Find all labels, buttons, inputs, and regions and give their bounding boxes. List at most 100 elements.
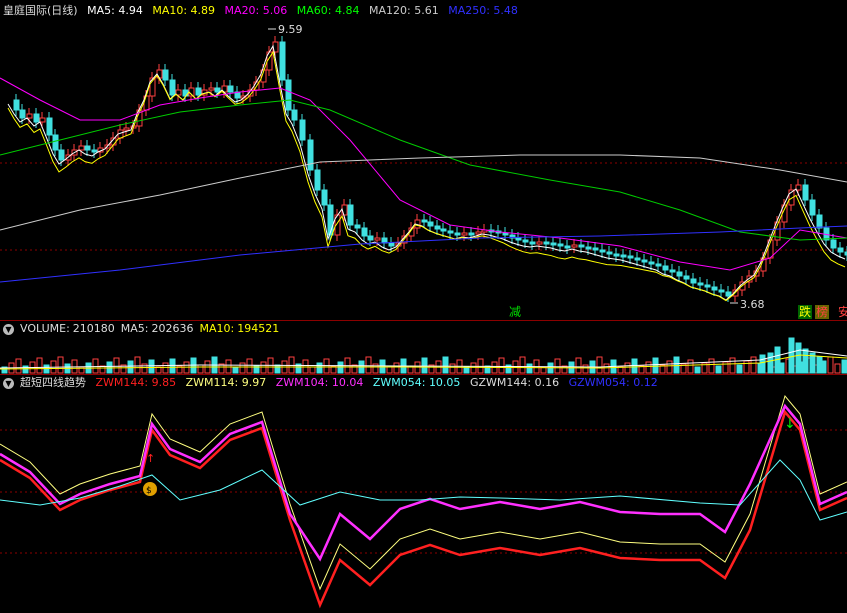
candle-body <box>46 117 53 136</box>
volume-bar <box>274 364 281 374</box>
candle-body <box>809 199 816 216</box>
candle-body <box>592 247 599 251</box>
candle-body <box>585 246 592 250</box>
candle-body <box>571 244 578 248</box>
volume-bar <box>673 356 680 374</box>
candle-body <box>39 117 46 123</box>
candle-body <box>279 41 286 81</box>
volume-bar <box>260 361 267 374</box>
money-bag-symbol: $ <box>146 486 152 496</box>
volume-bar <box>788 337 795 374</box>
zwm144-line <box>0 409 847 609</box>
candle-body <box>662 265 669 271</box>
indicator-lines <box>0 394 847 609</box>
volume-bar <box>470 362 477 374</box>
volume-bar <box>645 361 652 374</box>
candle-body <box>440 228 447 232</box>
candle-body <box>578 244 585 248</box>
volume-bar <box>365 356 372 374</box>
ma5-line <box>7 44 846 301</box>
candle-body <box>655 263 662 267</box>
volume-bar <box>575 357 582 374</box>
candle-body <box>837 247 844 253</box>
candle-body <box>58 149 65 161</box>
candle-body <box>33 113 40 123</box>
candlestick-group <box>13 36 847 302</box>
volume-bar <box>743 360 750 374</box>
candle-body <box>285 79 292 111</box>
volume-bar <box>379 359 386 374</box>
volume-bar <box>225 359 232 374</box>
volume-bar <box>302 359 309 374</box>
candle-body <box>676 271 683 277</box>
volume-bar <box>197 364 204 374</box>
candle-body <box>529 241 536 245</box>
candle-body <box>550 242 557 246</box>
volume-bar <box>519 356 526 374</box>
candle-body <box>13 99 20 111</box>
volume-bar <box>337 361 344 374</box>
candle-body <box>195 87 202 96</box>
candle-body <box>354 224 361 229</box>
candle-body <box>52 134 59 151</box>
volume-bar <box>736 364 743 374</box>
volume-bar <box>36 357 43 374</box>
signal-reduce: 减 <box>509 305 521 319</box>
candle-body <box>830 239 837 249</box>
candle-body <box>690 278 697 284</box>
ma250-line <box>0 225 847 283</box>
volume-bar <box>15 358 22 374</box>
candle-body <box>447 230 454 234</box>
moving-average-lines <box>0 44 847 302</box>
candle-body <box>427 221 434 227</box>
buy-arrow-icon: ↑ <box>146 452 155 465</box>
volume-bar <box>232 366 239 374</box>
candle-body <box>214 87 221 93</box>
volume-bar <box>729 357 736 374</box>
volume-bar <box>554 358 561 374</box>
candle-body <box>627 255 634 259</box>
volume-bar <box>715 365 722 374</box>
volume-bar <box>22 365 29 374</box>
candle-body <box>564 245 571 249</box>
candle-body <box>78 145 85 151</box>
volume-bar <box>750 356 757 374</box>
candle-body <box>599 249 606 253</box>
stock-chart-canvas[interactable]: 9.59 3.68 减 跌 榜 安 ↑ $ ↓ <box>0 0 847 613</box>
candle-body <box>718 289 725 293</box>
candle-body <box>227 85 234 93</box>
candle-body <box>321 189 328 206</box>
volume-bar <box>99 365 106 374</box>
volume-bar <box>767 352 774 374</box>
volume-bar <box>246 358 253 374</box>
candle-body <box>291 109 298 121</box>
volume-bars <box>0 337 847 374</box>
candle-body <box>468 232 475 236</box>
zwm114-line <box>0 394 847 591</box>
volume-bar <box>498 357 505 374</box>
candle-body <box>374 237 381 241</box>
candle-body <box>26 113 33 119</box>
volume-bar <box>239 362 246 374</box>
volume-bar <box>795 342 802 374</box>
volume-bar <box>666 360 673 374</box>
volume-bar <box>827 356 834 374</box>
candle-body <box>461 232 468 236</box>
volume-bar <box>134 356 141 374</box>
candle-body <box>697 282 704 286</box>
volume-bar <box>113 357 120 374</box>
candle-body <box>634 257 641 261</box>
volume-bar <box>449 363 456 374</box>
volume-bar <box>148 359 155 374</box>
low-price-label: 3.68 <box>740 298 765 311</box>
volume-bar <box>834 363 841 374</box>
signal-fall: 跌 <box>799 304 811 319</box>
candle-body <box>795 184 802 191</box>
volume-bar <box>309 366 316 374</box>
sell-arrow-icon: ↓ <box>784 416 796 432</box>
volume-bar <box>687 359 694 374</box>
candle-body <box>434 225 441 230</box>
candle-body <box>162 69 169 81</box>
candle-body <box>314 169 321 191</box>
candle-body <box>84 145 91 151</box>
